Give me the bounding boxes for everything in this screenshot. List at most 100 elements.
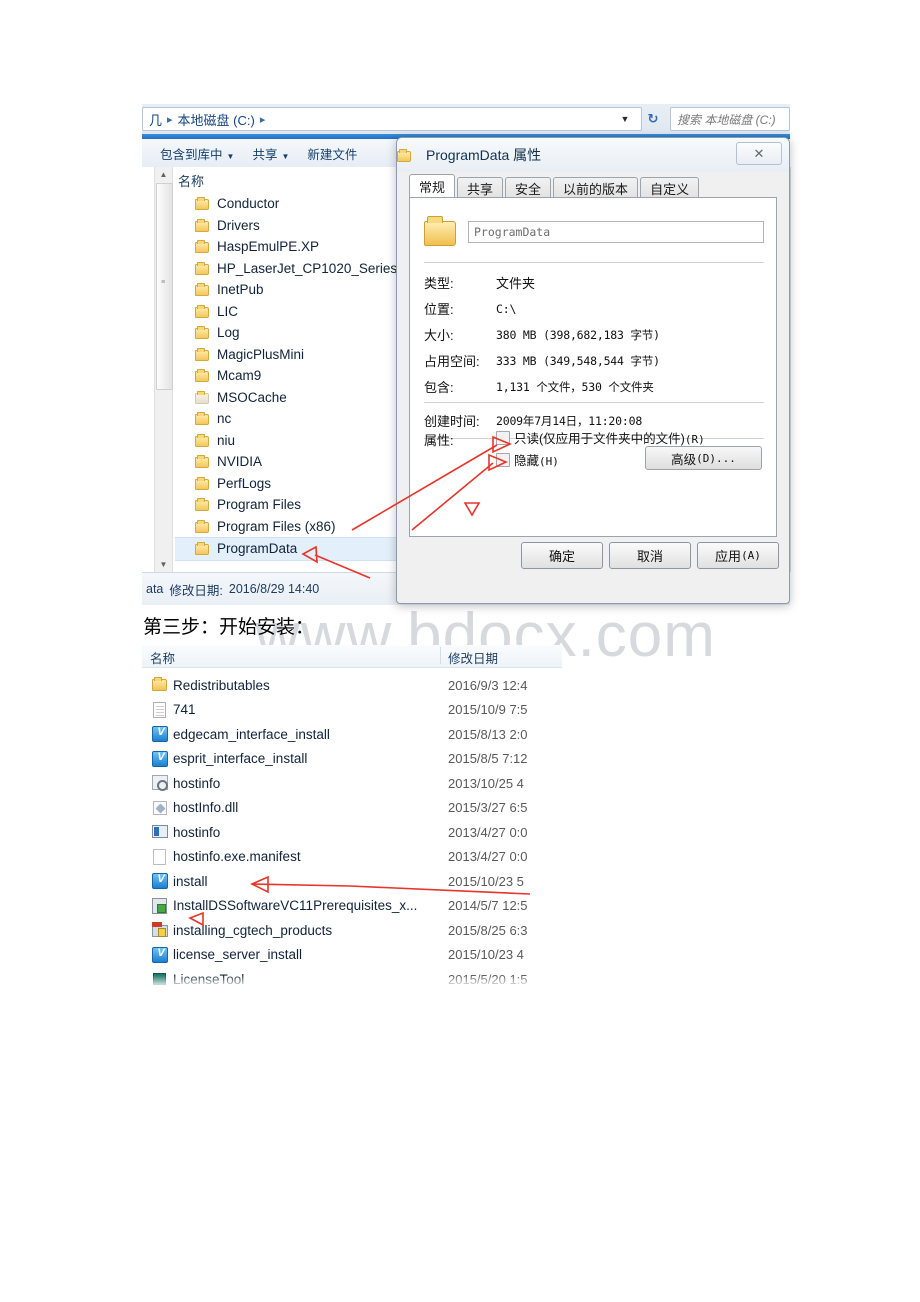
file-list-item[interactable]: hostInfo.dll 2015/3/27 6:5 [142,796,562,821]
folder-icon [397,148,412,162]
readonly-checkbox[interactable] [496,430,510,445]
folder-list-item-label: NVIDIA [217,454,263,470]
dialog-body: ProgramData 类型: 文件夹 位置: C:\ 大小: 380 MB (… [409,197,777,537]
apply-button[interactable]: 应用 (A) [697,542,779,569]
file-list-item[interactable]: hostinfo.exe.manifest 2013/4/27 0:0 [142,845,562,870]
file-list-item[interactable]: edgecam_interface_install 2015/8/13 2:0 [142,722,562,747]
file-modified-date: 2015/10/23 4 [448,947,524,963]
refresh-icon[interactable]: ↻ [640,107,666,131]
file-list-item[interactable]: hostinfo 2013/10/25 4 [142,771,562,796]
readonly-checkbox-row[interactable]: 只读(仅应用于文件夹中的文件)(R) [496,428,705,447]
settings-gear-icon [151,774,169,792]
readonly-label: 只读(仅应用于文件夹中的文件)(R) [514,428,705,447]
divider [424,402,764,403]
field-label: 包含: [424,380,454,395]
folder-icon [195,412,210,426]
column-header-name[interactable]: 名称 [178,171,204,190]
field-type: 类型: 文件夹 [424,272,535,293]
lower-list-header: 名称 修改日期 [142,645,562,668]
folder-list-item-label: HP_LaserJet_CP1020_Series_F [217,260,413,276]
vertical-scrollbar[interactable]: ▲ ≡ ▼ [154,167,173,572]
dialog-tab-label: 安全 [515,181,542,197]
dialog-tab[interactable]: 常规 [409,174,456,198]
lower-file-list-window: 名称 修改日期 Redistributables 2016/9/3 12:4 741… [142,645,562,992]
column-header-name[interactable]: 名称 [150,648,175,667]
toolbar-label: 包含到库中 [160,147,223,162]
dialog-tab[interactable]: 以前的版本 [553,177,639,198]
caret-up-icon[interactable]: ▲ [155,167,172,182]
file-list-item[interactable]: InstallDSSoftwareVC11Prerequisites_x... 2… [142,894,562,919]
toolbar-item-share[interactable]: 共享 ▼ [252,144,289,163]
close-icon[interactable]: ✕ [736,142,782,165]
file-list-item[interactable]: Redistributables 2016/9/3 12:4 [142,673,562,698]
address-bar: 几 ▸ 本地磁盘 (C:) ▸ ▼ ↻ 搜索 本地磁盘 (C:) [142,104,790,134]
status-modified-label: 修改日期: [169,583,223,598]
cancel-button[interactable]: 取消 [609,542,691,569]
folder-icon [195,326,210,340]
toolbar-item-include-library[interactable]: 包含到库中 ▼ [160,144,234,163]
dialog-tab-label: 以前的版本 [563,181,629,197]
breadcrumb-item-root[interactable]: 几 [149,110,162,129]
advanced-button[interactable]: 高级 (D)... [645,446,762,470]
folder-icon-large [424,216,458,247]
column-header-date[interactable]: 修改日期 [448,648,498,667]
folder-name-row: ProgramData [424,210,764,254]
breadcrumb[interactable]: 几 ▸ 本地磁盘 (C:) ▸ [142,107,642,131]
divider [424,262,764,263]
file-list-item[interactable]: esprit_interface_install 2015/8/5 7:12 [142,747,562,772]
field-value: 文件夹 [496,276,536,291]
apply-button-label: 应用 [715,549,742,564]
file-list-item[interactable]: license_server_install 2015/10/23 4 [142,943,562,968]
file-list-item[interactable]: 741 2015/10/9 7:5 [142,698,562,723]
field-size-on-disk: 占用空间: 333 MB (349,548,544 字节) [424,350,660,371]
file-list-item[interactable]: hostinfo 2013/4/27 0:0 [142,820,562,845]
msi-package-icon [151,897,169,915]
folder-list-item-label: Program Files (x86) [217,518,336,534]
field-size: 大小: 380 MB (398,682,183 字节) [424,324,660,345]
file-modified-date: 2016/9/3 12:4 [448,677,528,693]
dialog-tab-label: 共享 [467,181,494,197]
hidden-checkbox-row[interactable]: 隐藏(H) [496,450,559,469]
breadcrumb-separator-icon: ▸ [167,113,173,126]
properties-dialog: ProgramData 属性 ✕ 常规 共享 安全 以前的版本 自定义 ProgramD… [396,137,790,604]
folder-name-field[interactable]: ProgramData [468,221,764,243]
field-value: 2009年7月14日，11:20:08 [496,413,643,428]
hidden-checkbox[interactable] [496,452,510,467]
chevron-down-icon[interactable]: ▼ [612,107,638,131]
file-name: installing_cgtech_products [173,922,333,938]
file-name: edgecam_interface_install [173,726,330,742]
dialog-titlebar[interactable]: ProgramData 属性 [397,138,789,172]
folder-icon [195,304,210,318]
folder-icon [195,455,210,469]
folder-list-item-label: MagicPlusMini [217,346,305,362]
caret-down-icon[interactable]: ▼ [155,557,172,572]
status-modified-value: 2016/8/29 14:40 [228,582,320,596]
breadcrumb-item-drive[interactable]: 本地磁盘 (C:) [178,110,255,129]
blank-file-icon [151,848,169,866]
page-root: www.bdocx.com 几 ▸ 本地磁盘 (C:) ▸ ▼ ↻ 搜索 本地磁… [0,0,920,1302]
field-value: 380 MB (398,682,183 字节) [496,327,660,342]
dialog-tab[interactable]: 共享 [457,177,504,198]
archive-icon [151,921,169,939]
ok-button[interactable]: 确定 [521,542,603,569]
file-modified-date: 2015/8/5 7:12 [448,751,528,767]
toolbar-item-new-folder[interactable]: 新建文件 [307,144,357,163]
dialog-tab-label: 自定义 [650,181,690,197]
dialog-tab[interactable]: 自定义 [640,177,700,198]
field-value: C:\ [496,301,517,316]
folder-list-item-label: Mcam9 [217,368,262,384]
breadcrumb-separator-icon-2: ▸ [259,113,266,126]
search-input[interactable]: 搜索 本地磁盘 (C:) [670,107,790,131]
file-name: hostInfo.dll [173,800,239,816]
file-list-item[interactable]: install 2015/10/23 5 [142,869,562,894]
dialog-tab[interactable]: 安全 [505,177,552,198]
lower-list-rows: Redistributables 2016/9/3 12:4 741 2015/10/… [142,673,562,992]
field-label: 大小: [424,328,454,343]
toolbar-label: 新建文件 [307,147,358,162]
file-modified-date: 2015/10/23 5 [448,873,524,889]
file-name: InstallDSSoftwareVC11Prerequisites_x... [173,898,418,914]
scrollbar-thumb[interactable]: ≡ [156,183,173,390]
hidden-label-text: 隐藏 [514,454,540,468]
file-list-item[interactable]: installing_cgtech_products 2015/8/25 6:3 [142,918,562,943]
file-name: 741 [173,702,196,718]
